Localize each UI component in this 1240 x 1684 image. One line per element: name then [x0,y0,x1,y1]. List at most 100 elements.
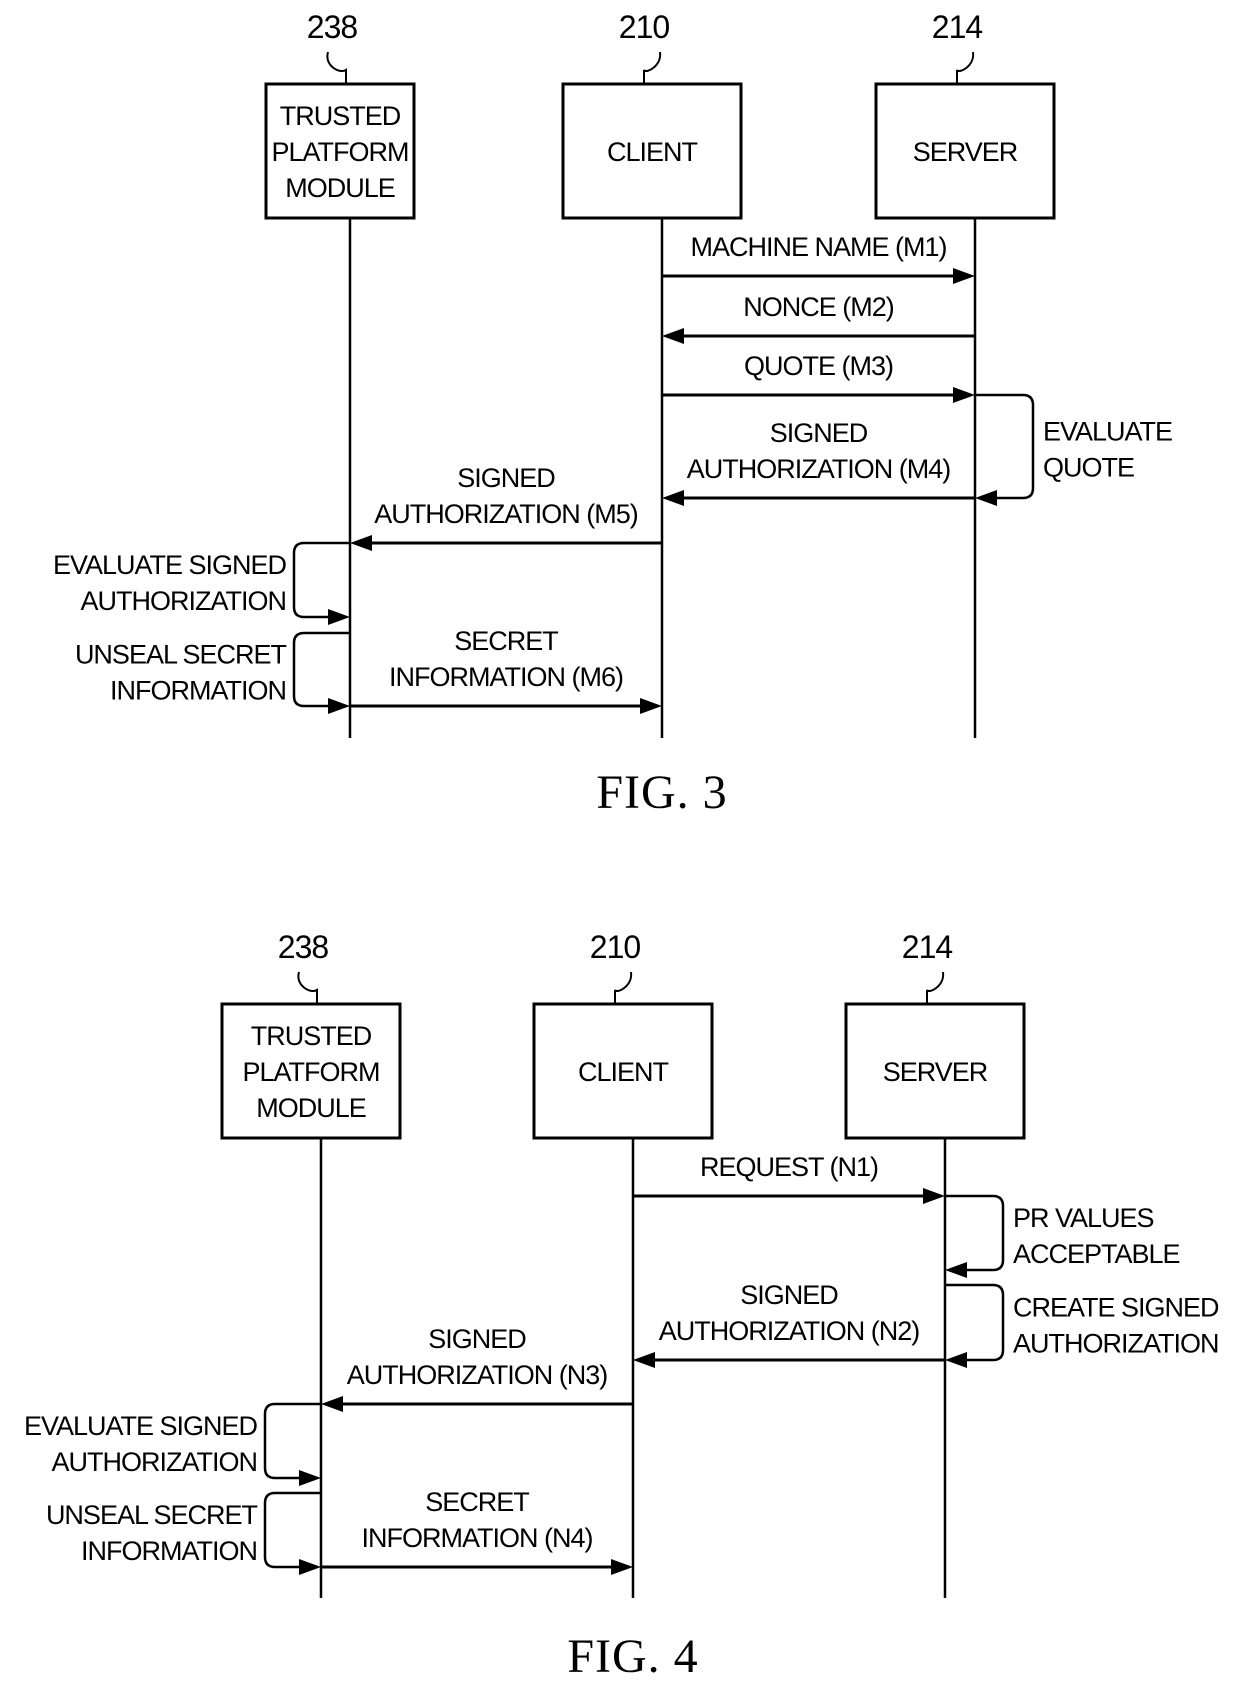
message-arrow: SECRET INFORMATION (N4) [321,1487,633,1575]
arrowhead-icon [321,1396,343,1412]
arrowhead-icon [611,1559,633,1575]
reference-numeral: 210 [590,929,641,965]
leader-line [614,971,633,1004]
self-action-label: ACCEPTABLE [1013,1239,1180,1269]
figure-fig3: 238 TRUSTED PLATFORM MODULE 210 CLIENT 214 SERV… [53,9,1173,819]
self-action-label: INFORMATION [81,1536,257,1566]
reference-numeral: 214 [932,9,983,45]
message-label: QUOTE (M3) [744,351,893,381]
arrowhead-icon [299,1559,321,1575]
participant-label: PLATFORM [242,1057,379,1087]
arrowhead-icon [299,1470,321,1486]
leader-line [326,51,347,84]
message-label: SIGNED [770,418,868,448]
message-label: MACHINE NAME (M1) [690,232,946,262]
message-label: SIGNED [428,1324,526,1354]
participant-label: PLATFORM [271,137,408,167]
participant-label: SERVER [913,137,1018,167]
self-loop [263,1402,321,1480]
message-label: AUTHORIZATION (M4) [687,454,950,484]
self-action: UNSEAL SECRET INFORMATION [75,631,350,714]
message-label: INFORMATION (M6) [389,662,623,692]
leader-line [926,971,945,1004]
arrowhead-icon [945,1352,967,1368]
self-action-label: UNSEAL SECRET [75,640,287,670]
self-action-label: EVALUATE SIGNED [53,550,287,580]
self-loop [945,1283,1005,1362]
self-action-label: PR VALUES [1013,1203,1154,1233]
participant-server: 214 SERVER [844,929,1026,1598]
participant-tpm: 238 TRUSTED PLATFORM MODULE [264,9,416,738]
reference-numeral: 238 [278,929,329,965]
arrowhead-icon [633,1352,655,1368]
reference-numeral: 214 [902,929,953,965]
self-action-label: UNSEAL SECRET [46,1500,258,1530]
message-label: NONCE (M2) [743,292,894,322]
participant-client: 210 CLIENT [532,929,714,1598]
figure-fig4: 238 TRUSTED PLATFORM MODULE 210 CLIENT 214 SERV… [24,929,1220,1683]
leader-line [297,971,318,1004]
arrowhead-icon [975,490,997,506]
message-arrow: SIGNED AUTHORIZATION (M5) [350,463,662,551]
self-action: PR VALUES ACCEPTABLE [945,1194,1181,1278]
message-arrow: SIGNED AUTHORIZATION (M4) [662,418,975,506]
arrowhead-icon [328,609,350,625]
reference-numeral: 238 [307,9,358,45]
self-action-label: EVALUATE [1043,417,1172,447]
figure-caption: FIG. 4 [567,1630,698,1683]
arrowhead-icon [953,387,975,403]
participant-label: MODULE [256,1093,366,1123]
self-action: EVALUATE QUOTE [975,393,1173,506]
message-arrow: SIGNED AUTHORIZATION (N2) [633,1280,945,1368]
self-loop [975,393,1035,500]
figure-caption: FIG. 3 [596,766,727,819]
message-arrow: SIGNED AUTHORIZATION (N3) [321,1324,633,1412]
participant-server: 214 SERVER [874,9,1056,738]
message-label: AUTHORIZATION (N3) [347,1360,608,1390]
participant-client: 210 CLIENT [561,9,743,738]
self-action-label: EVALUATE SIGNED [24,1411,258,1441]
arrowhead-icon [640,698,662,714]
message-label: SECRET [425,1487,529,1517]
self-action: CREATE SIGNED AUTHORIZATION [945,1283,1220,1368]
self-loop [263,1491,321,1569]
message-arrow: MACHINE NAME (M1) [662,232,975,284]
reference-numeral: 210 [619,9,670,45]
arrowhead-icon [662,328,684,344]
self-action-label: QUOTE [1043,453,1134,483]
message-label: REQUEST (N1) [700,1152,878,1182]
participant-label: TRUSTED [280,101,401,131]
arrowhead-icon [662,490,684,506]
message-label: AUTHORIZATION (M5) [374,499,637,529]
participant-label: CLIENT [607,137,698,167]
arrowhead-icon [328,698,350,714]
sequence-diagram-page: 238 TRUSTED PLATFORM MODULE 210 CLIENT 214 SERV… [24,9,1220,1683]
self-loop [945,1194,1005,1272]
participant-label: MODULE [285,173,395,203]
arrowhead-icon [945,1262,967,1278]
self-action-label: AUTHORIZATION [1013,1329,1219,1359]
message-label: AUTHORIZATION (N2) [659,1316,920,1346]
participant-label: TRUSTED [251,1021,372,1051]
participant-tpm: 238 TRUSTED PLATFORM MODULE [220,929,402,1598]
self-action: EVALUATE SIGNED AUTHORIZATION [53,541,350,625]
self-action-label: INFORMATION [110,676,286,706]
arrowhead-icon [953,268,975,284]
arrowhead-icon [923,1188,945,1204]
self-loop [292,541,350,619]
arrowhead-icon [350,535,372,551]
message-arrow: NONCE (M2) [662,292,975,344]
message-label: SIGNED [457,463,555,493]
self-action-label: AUTHORIZATION [81,586,287,616]
message-label: INFORMATION (N4) [362,1523,593,1553]
participant-label: SERVER [883,1057,988,1087]
message-arrow: REQUEST (N1) [633,1152,945,1204]
self-loop [292,631,350,708]
participant-label: CLIENT [578,1057,669,1087]
self-action: UNSEAL SECRET INFORMATION [46,1491,321,1575]
self-action: EVALUATE SIGNED AUTHORIZATION [24,1402,321,1486]
message-arrow: SECRET INFORMATION (M6) [350,626,662,714]
message-arrow: QUOTE (M3) [662,351,975,403]
self-action-label: AUTHORIZATION [52,1447,258,1477]
message-label: SECRET [454,626,558,656]
